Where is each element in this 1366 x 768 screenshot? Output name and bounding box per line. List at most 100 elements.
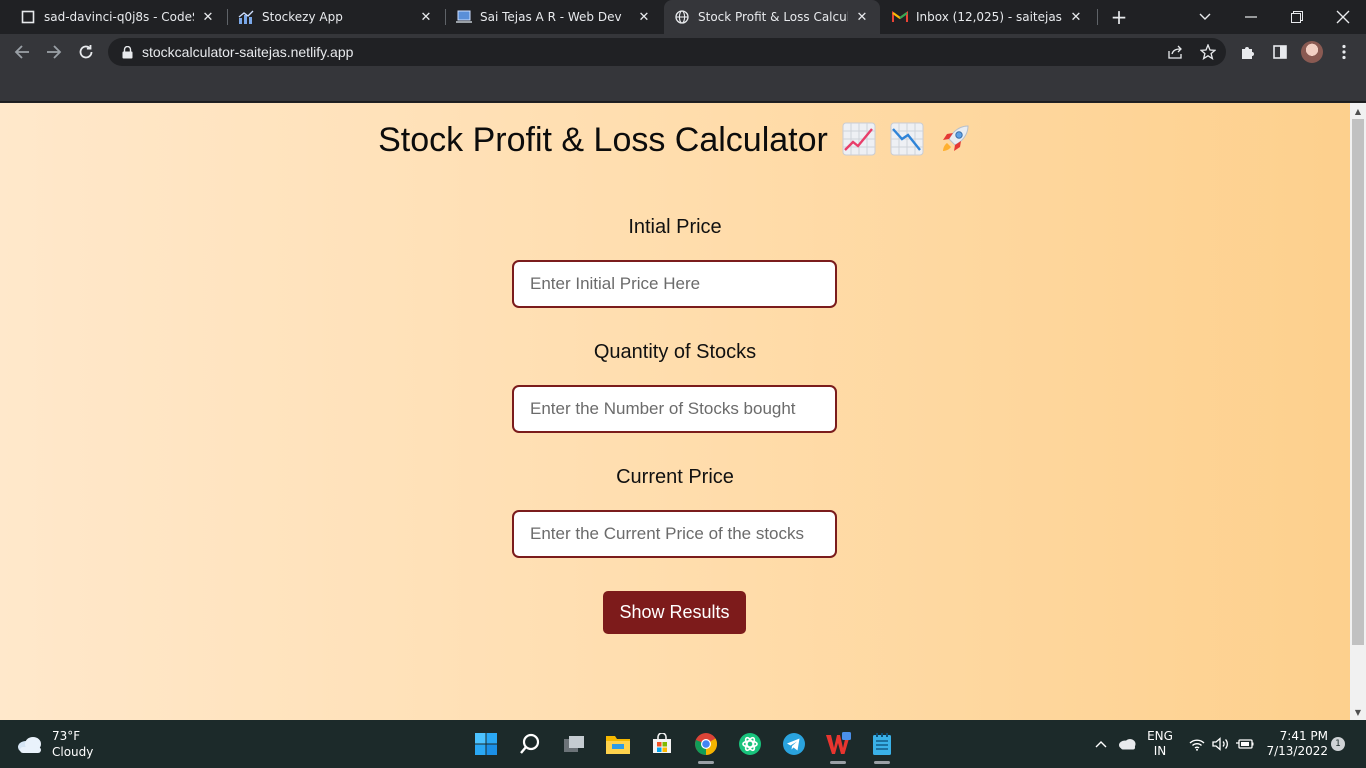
page-title: Stock Profit & Loss Calculator bbox=[378, 121, 828, 159]
tab-title: sad-davinci-q0j8s - CodeSandbox bbox=[44, 10, 194, 24]
weather-widget[interactable]: 73°F Cloudy bbox=[16, 728, 93, 760]
page-heading: Stock Profit & Loss Calculator bbox=[0, 121, 1350, 160]
url-text: stockcalculator-saitejas.netlify.app bbox=[142, 44, 354, 60]
speaker-icon bbox=[1212, 737, 1228, 751]
codesandbox-icon bbox=[20, 9, 36, 25]
menu-button[interactable] bbox=[1332, 40, 1356, 64]
current-price-input[interactable] bbox=[512, 510, 837, 558]
volume-button[interactable] bbox=[1210, 720, 1232, 768]
bookmarks-bar bbox=[0, 70, 1366, 102]
file-explorer-button[interactable] bbox=[602, 728, 634, 760]
search-button[interactable] bbox=[514, 728, 546, 760]
chevron-down-icon bbox=[1199, 13, 1211, 20]
wps-office-button[interactable] bbox=[822, 728, 854, 764]
show-hidden-icons-button[interactable] bbox=[1090, 720, 1112, 768]
restore-button[interactable] bbox=[1274, 0, 1320, 34]
arrow-right-icon bbox=[47, 45, 62, 59]
close-tab-icon[interactable]: ✕ bbox=[1068, 9, 1084, 25]
tab-search-button[interactable] bbox=[1182, 0, 1228, 34]
arrow-left-icon bbox=[14, 45, 29, 59]
language-code: ENG bbox=[1147, 729, 1173, 743]
more-vertical-icon bbox=[1342, 44, 1346, 60]
battery-charging-icon bbox=[1236, 739, 1254, 749]
microsoft-store-button[interactable] bbox=[646, 728, 678, 760]
folder-icon bbox=[606, 736, 630, 754]
weather-temp: 73°F bbox=[52, 729, 81, 743]
scroll-down-icon[interactable]: ▼ bbox=[1350, 705, 1366, 719]
search-icon bbox=[520, 733, 540, 754]
profile-avatar[interactable] bbox=[1301, 41, 1323, 63]
close-tab-icon[interactable]: ✕ bbox=[200, 9, 216, 25]
close-tab-icon[interactable]: ✕ bbox=[854, 9, 870, 25]
tab-stockezy[interactable]: Stockezy App ✕ bbox=[228, 0, 444, 34]
extensions-button[interactable] bbox=[1236, 40, 1260, 64]
cloud-icon bbox=[18, 737, 41, 753]
rocket-icon bbox=[938, 122, 972, 156]
close-tab-icon[interactable]: ✕ bbox=[418, 9, 434, 25]
notepad-icon bbox=[873, 733, 891, 755]
close-icon bbox=[1336, 10, 1350, 24]
initial-price-input[interactable] bbox=[512, 260, 837, 308]
gmail-icon bbox=[892, 9, 908, 25]
forward-button[interactable] bbox=[42, 40, 66, 64]
chatgpt-button[interactable] bbox=[734, 728, 766, 760]
battery-button[interactable] bbox=[1234, 720, 1256, 768]
language-region: IN bbox=[1153, 744, 1167, 758]
side-panel-button[interactable] bbox=[1268, 40, 1292, 64]
address-bar[interactable]: stockcalculator-saitejas.netlify.app bbox=[108, 38, 1226, 66]
back-button[interactable] bbox=[10, 40, 34, 64]
tab-title: Stockezy App bbox=[262, 10, 343, 24]
wifi-button[interactable] bbox=[1186, 720, 1208, 768]
telegram-icon bbox=[783, 733, 805, 755]
minimize-icon bbox=[1245, 16, 1257, 18]
restore-icon bbox=[1291, 11, 1303, 23]
share-icon[interactable] bbox=[1166, 42, 1186, 62]
page-content: Stock Profit & Loss Calculator Intial Pr… bbox=[0, 103, 1350, 720]
task-view-icon bbox=[564, 736, 584, 752]
puzzle-icon bbox=[1242, 47, 1254, 59]
language-indicator[interactable]: ENG IN bbox=[1144, 729, 1176, 759]
tab-codesandbox[interactable]: sad-davinci-q0j8s - CodeSandbox ✕ bbox=[10, 0, 226, 34]
tab-title: Inbox (12,025) - saitejaspallav bbox=[916, 10, 1062, 24]
close-tab-icon[interactable]: ✕ bbox=[636, 9, 652, 25]
task-view-button[interactable] bbox=[558, 728, 590, 760]
store-icon bbox=[653, 733, 671, 753]
chart-decreasing-icon bbox=[890, 122, 924, 156]
reload-icon bbox=[79, 45, 93, 59]
system-clock[interactable]: 7:41 PM 7/13/2022 bbox=[1262, 729, 1328, 759]
tab-title: Sai Tejas A R - Web Dev bbox=[480, 10, 622, 24]
tab-web-dev[interactable]: Sai Tejas A R - Web Dev ✕ bbox=[446, 0, 662, 34]
show-results-button[interactable]: Show Results bbox=[603, 591, 746, 634]
bookmark-star-icon[interactable] bbox=[1198, 42, 1218, 62]
tab-divider bbox=[1097, 9, 1098, 25]
telegram-button[interactable] bbox=[778, 728, 810, 760]
initial-price-label: Intial Price bbox=[628, 216, 722, 238]
chrome-button[interactable] bbox=[690, 728, 722, 764]
scrollbar-thumb[interactable] bbox=[1352, 119, 1364, 645]
new-tab-button[interactable]: + bbox=[1108, 5, 1130, 29]
weather-desc: Cloudy bbox=[52, 745, 94, 759]
reload-button[interactable] bbox=[74, 40, 98, 64]
tab-stock-calculator[interactable]: Stock Profit & Loss Calculator ✕ bbox=[664, 0, 880, 34]
openai-icon bbox=[739, 733, 761, 755]
start-button[interactable] bbox=[470, 728, 502, 760]
chevron-up-icon bbox=[1095, 741, 1107, 748]
tab-title: Stock Profit & Loss Calculator bbox=[698, 10, 848, 24]
browser-toolbar: stockcalculator-saitejas.netlify.app bbox=[0, 34, 1366, 70]
clock-time: 7:41 PM bbox=[1279, 729, 1328, 743]
close-window-button[interactable] bbox=[1320, 0, 1366, 34]
minimize-button[interactable] bbox=[1228, 0, 1274, 34]
notepad-button[interactable] bbox=[866, 728, 898, 764]
windows-logo-icon bbox=[475, 733, 497, 755]
laptop-icon bbox=[456, 9, 472, 25]
onedrive-button[interactable] bbox=[1114, 720, 1140, 768]
lock-icon[interactable] bbox=[120, 45, 134, 59]
quantity-input[interactable] bbox=[512, 385, 837, 433]
chrome-icon bbox=[695, 733, 717, 755]
page-scrollbar[interactable]: ▲ ▼ bbox=[1350, 103, 1366, 720]
notification-badge[interactable]: 1 bbox=[1331, 737, 1345, 751]
scroll-up-icon[interactable]: ▲ bbox=[1350, 104, 1366, 118]
chart-increasing-icon bbox=[842, 122, 876, 156]
windows-taskbar: 73°F Cloudy ENG IN 7:41 PM 7/13/2022 bbox=[0, 720, 1366, 768]
tab-gmail[interactable]: Inbox (12,025) - saitejaspallav ✕ bbox=[882, 0, 1094, 34]
